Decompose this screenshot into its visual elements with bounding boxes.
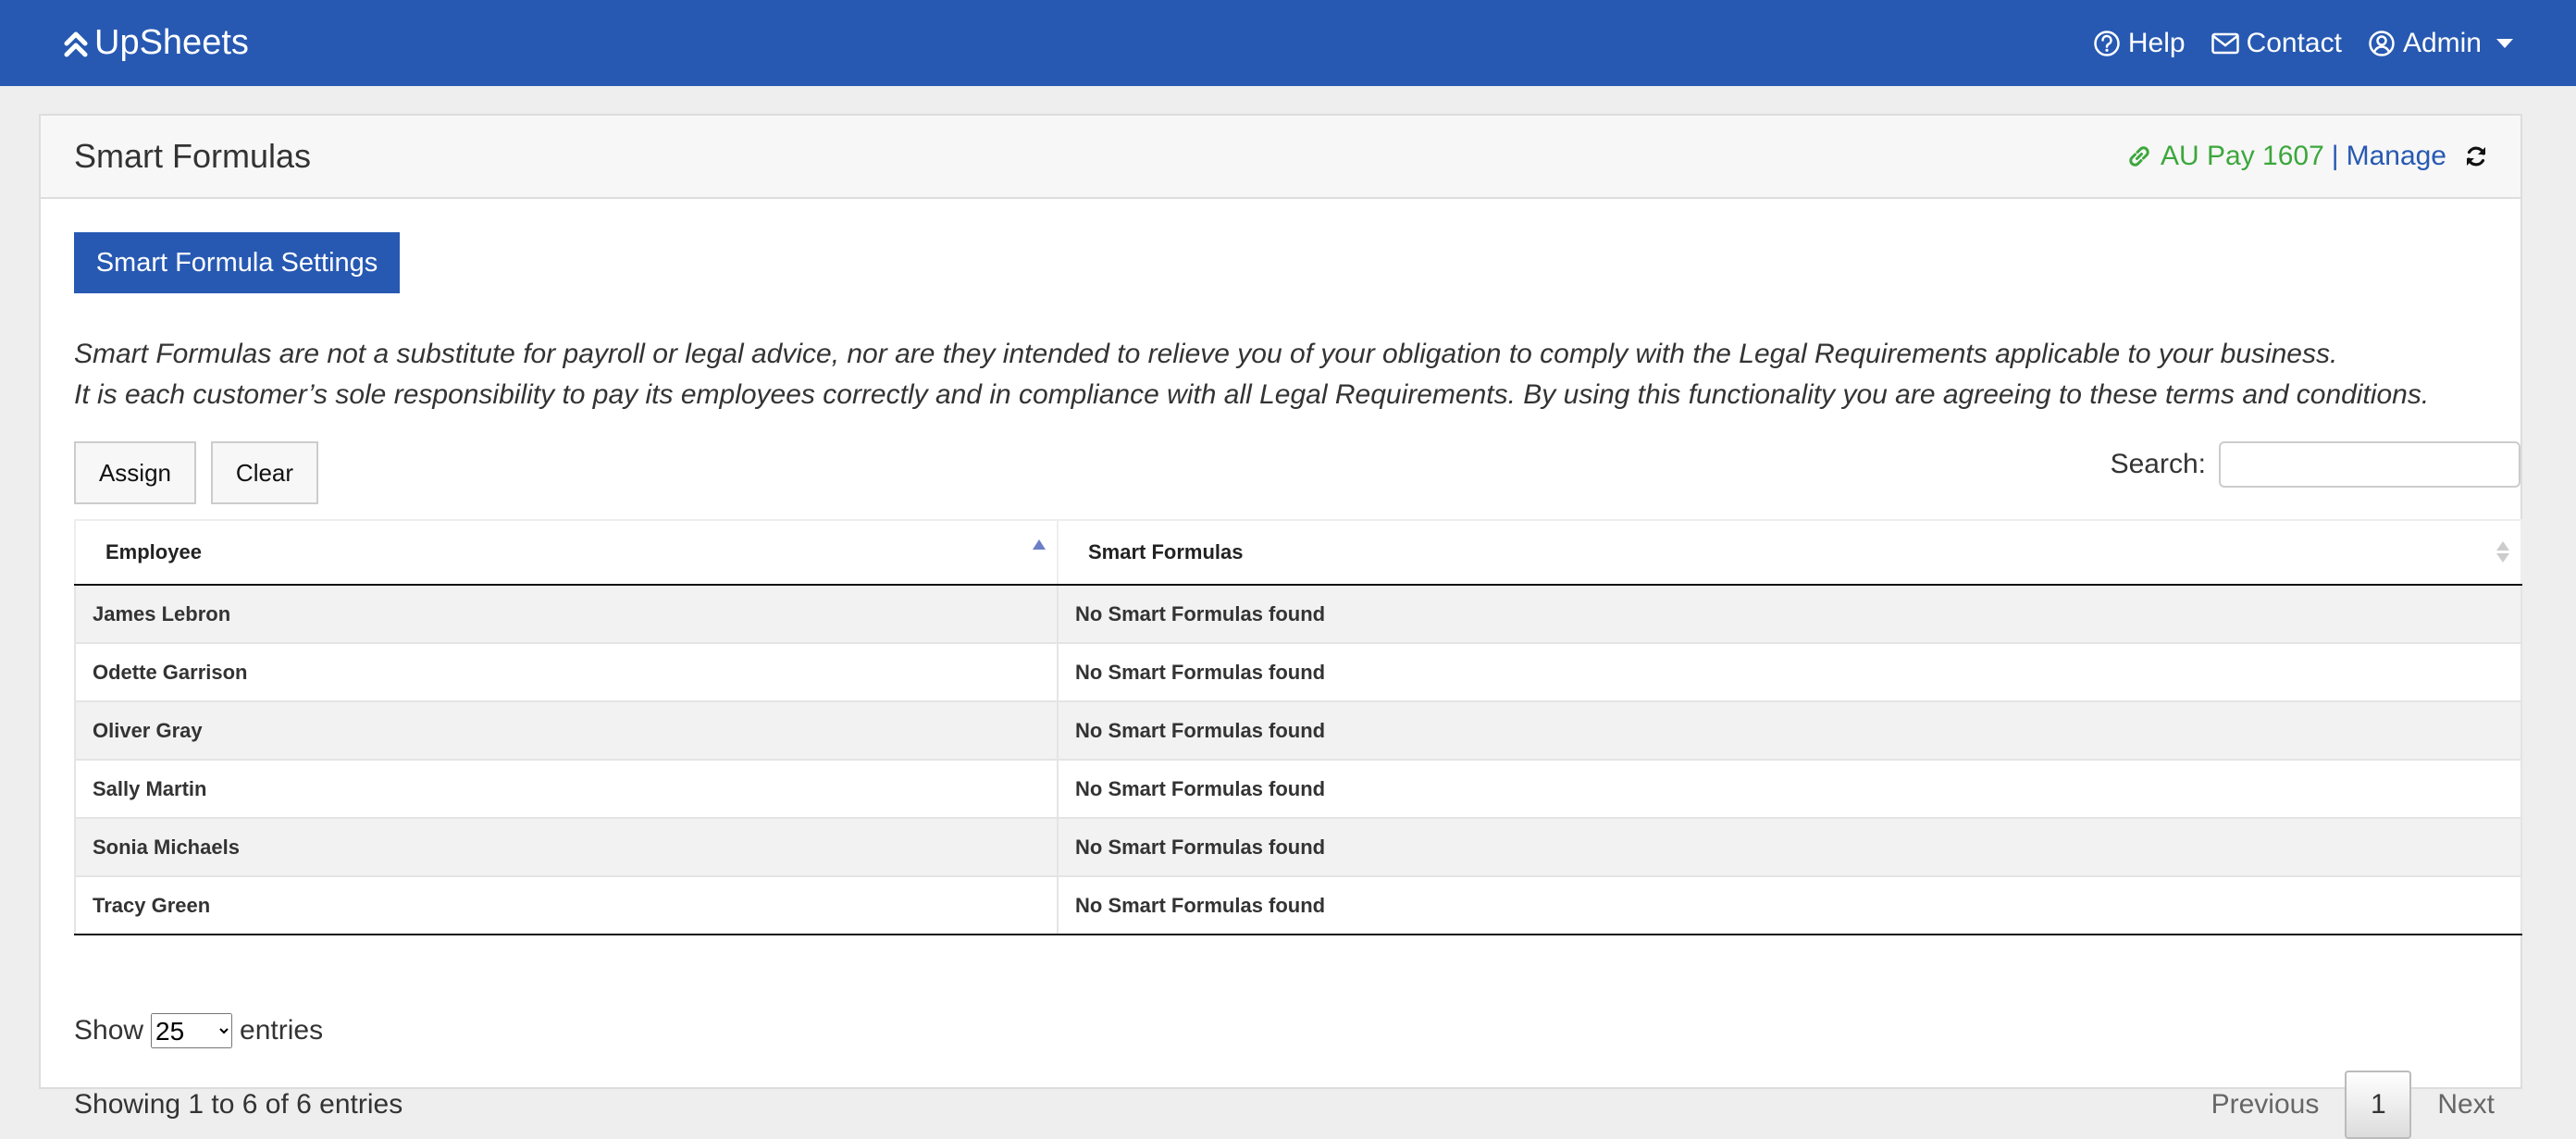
search-input[interactable] bbox=[2219, 441, 2520, 488]
manage-link[interactable]: Manage bbox=[2347, 141, 2446, 172]
smart-formulas-cell: No Smart Formulas found bbox=[1058, 760, 2522, 819]
disclaimer-line-1: Smart Formulas are not a substitute for … bbox=[74, 339, 2338, 369]
disclaimer-line-2: It is each customer’s sole responsibilit… bbox=[74, 379, 2430, 410]
table-row[interactable]: James Lebron No Smart Formulas found bbox=[74, 585, 2522, 644]
admin-label: Admin bbox=[2402, 27, 2482, 58]
column-header-smart-formulas[interactable]: Smart Formulas bbox=[1058, 519, 2522, 586]
column-header-smart-formulas-label: Smart Formulas bbox=[1088, 540, 1244, 563]
assign-button[interactable]: Assign bbox=[74, 441, 196, 504]
sort-both-icon bbox=[2496, 541, 2509, 563]
help-label: Help bbox=[2127, 27, 2186, 58]
contact-link[interactable]: Contact bbox=[2211, 28, 2342, 59]
caret-down-icon bbox=[2496, 38, 2513, 48]
search-label: Search: bbox=[2110, 449, 2206, 479]
smart-formulas-cell: No Smart Formulas found bbox=[1058, 818, 2522, 877]
employee-cell: Tracy Green bbox=[74, 876, 1059, 935]
employee-cell: James Lebron bbox=[74, 585, 1059, 644]
smart-formulas-cell: No Smart Formulas found bbox=[1058, 643, 2522, 702]
table-info: Showing 1 to 6 of 6 entries bbox=[74, 1089, 403, 1120]
table-row[interactable]: Odette Garrison No Smart Formulas found bbox=[74, 643, 2522, 702]
pagination: Previous 1 Next bbox=[2186, 1071, 2520, 1139]
smart-formulas-cell: No Smart Formulas found bbox=[1058, 876, 2522, 935]
search-box: Search: bbox=[2111, 441, 2520, 488]
disclaimer-text: Smart Formulas are not a substitute for … bbox=[74, 334, 2498, 415]
table-row[interactable]: Tracy Green No Smart Formulas found bbox=[74, 876, 2522, 935]
employee-cell: Odette Garrison bbox=[74, 643, 1059, 702]
envelope-icon bbox=[2211, 32, 2239, 54]
brand-name: UpSheets bbox=[94, 23, 249, 62]
employee-table: Employee Smart Formulas James Lebron No … bbox=[74, 519, 2522, 935]
table-row[interactable]: Sally Martin No Smart Formulas found bbox=[74, 760, 2522, 819]
column-header-employee[interactable]: Employee bbox=[74, 519, 1059, 586]
column-header-employee-label: Employee bbox=[105, 540, 202, 563]
link-icon bbox=[2129, 146, 2149, 167]
user-circle-icon bbox=[2369, 30, 2395, 56]
admin-menu[interactable]: Admin bbox=[2368, 28, 2513, 59]
smart-formulas-cell: No Smart Formulas found bbox=[1058, 701, 2522, 761]
entries-label: entries bbox=[240, 1015, 324, 1046]
contact-label: Contact bbox=[2246, 27, 2342, 58]
au-pay-label: AU Pay 1607 bbox=[2161, 141, 2324, 171]
show-entries-control: Show 25 entries bbox=[74, 1013, 323, 1048]
page-1-button[interactable]: 1 bbox=[2345, 1071, 2412, 1139]
table-row[interactable]: Sonia Michaels No Smart Formulas found bbox=[74, 818, 2522, 877]
refresh-button[interactable] bbox=[2463, 143, 2489, 169]
brand-logo[interactable]: UpSheets bbox=[63, 23, 249, 63]
employee-cell: Oliver Gray bbox=[74, 701, 1059, 761]
employee-cell: Sally Martin bbox=[74, 760, 1059, 819]
card-header: Smart Formulas AU Pay 1607 | Manage bbox=[41, 116, 2520, 199]
clear-button[interactable]: Clear bbox=[211, 441, 318, 504]
employee-table-container: Employee Smart Formulas James Lebron No … bbox=[74, 519, 2522, 935]
table-header-row: Employee Smart Formulas bbox=[74, 519, 2522, 586]
table-row[interactable]: Oliver Gray No Smart Formulas found bbox=[74, 701, 2522, 761]
smart-formulas-cell: No Smart Formulas found bbox=[1058, 585, 2522, 644]
top-navbar: UpSheets Help Contact Admin bbox=[0, 0, 2576, 86]
smart-formula-settings-button[interactable]: Smart Formula Settings bbox=[74, 232, 400, 293]
previous-page-button[interactable]: Previous bbox=[2186, 1071, 2346, 1139]
page-title: Smart Formulas bbox=[74, 137, 312, 175]
entries-per-page-select[interactable]: 25 bbox=[151, 1013, 233, 1048]
chevrons-up-icon bbox=[64, 31, 88, 56]
refresh-icon bbox=[2467, 146, 2485, 167]
show-label: Show bbox=[74, 1015, 144, 1046]
help-link[interactable]: Help bbox=[2093, 28, 2186, 59]
nav-links: Help Contact Admin bbox=[2093, 28, 2513, 59]
au-pay-link[interactable]: AU Pay 1607 bbox=[2125, 141, 2324, 172]
sort-ascending-icon bbox=[1033, 539, 1046, 550]
employee-cell: Sonia Michaels bbox=[74, 818, 1059, 877]
question-circle-icon bbox=[2094, 30, 2120, 56]
next-page-button[interactable]: Next bbox=[2411, 1071, 2520, 1139]
smart-formulas-card: Smart Formulas AU Pay 1607 | Manage Smar… bbox=[39, 114, 2522, 1139]
header-separator: | bbox=[2331, 141, 2339, 171]
integration-status: AU Pay 1607 | Manage bbox=[2125, 141, 2489, 172]
